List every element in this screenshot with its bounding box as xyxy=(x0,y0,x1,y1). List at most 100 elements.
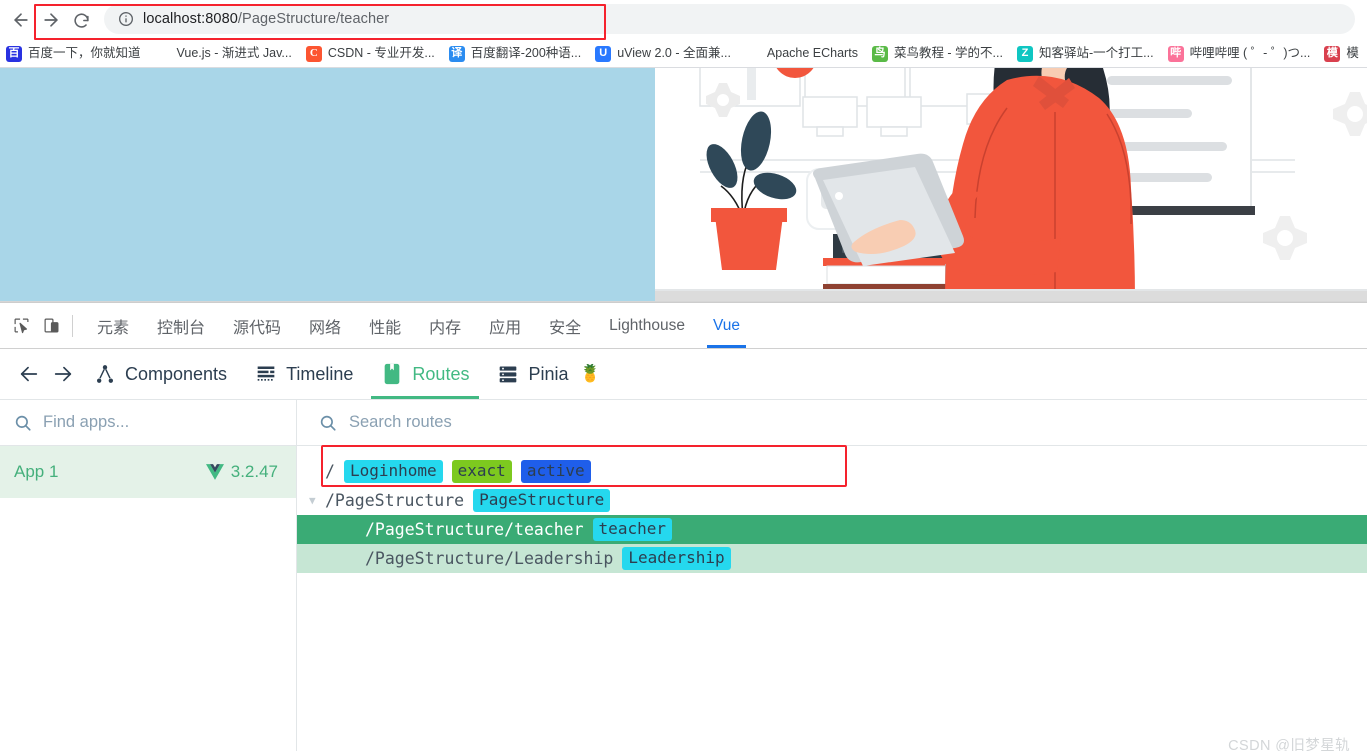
search-routes-row[interactable]: Search routes xyxy=(297,400,1367,446)
device-toolbar-icon[interactable] xyxy=(36,311,66,341)
address-bar-wrapper: localhost:8080/PageStructure/teacher xyxy=(104,4,1355,36)
cainiao-icon: 鸟 xyxy=(871,45,888,62)
tab-elements[interactable]: 元素 xyxy=(83,304,143,348)
route-name-badge: PageStructure xyxy=(473,489,611,512)
bookmark-item[interactable]: 百百度一下，你就知道 xyxy=(6,45,141,62)
route-exact-badge: exact xyxy=(451,460,512,483)
address-bar[interactable]: localhost:8080/PageStructure/teacher xyxy=(104,4,1355,34)
bookmark-label: 菜鸟教程 - 学的不... xyxy=(893,46,1003,61)
page-viewport xyxy=(0,68,1367,302)
vue-tab-components[interactable]: Components xyxy=(80,349,241,399)
site-info-icon[interactable] xyxy=(118,11,134,27)
tab-network[interactable]: 网络 xyxy=(295,304,355,348)
bookmark-item[interactable]: 鸟菜鸟教程 - 学的不... xyxy=(871,45,1003,62)
bookmark-label: CSDN - 专业开发... xyxy=(327,46,435,61)
fanyi-icon: 译 xyxy=(448,45,465,62)
route-row[interactable]: ▼ /PageStructure PageStructure xyxy=(297,486,1367,515)
route-row[interactable]: ▼ / Loginhome exact active xyxy=(297,457,1367,486)
bookmark-item[interactable]: Z 知客驿站-一个打工... xyxy=(1016,45,1154,62)
bookmark-label: 模 xyxy=(1346,46,1359,61)
routes-book-icon xyxy=(381,363,403,385)
bookmark-item[interactable]: 译百度翻译-200种语... xyxy=(448,45,582,62)
back-button[interactable] xyxy=(6,5,36,35)
tab-application[interactable]: 应用 xyxy=(475,304,535,348)
apps-pane: Find apps... App 1 3.2.47 xyxy=(0,400,297,751)
chevron-down-icon[interactable]: ▼ xyxy=(309,494,325,507)
mo-icon: 模 xyxy=(1324,45,1341,62)
vue-tab-label: Timeline xyxy=(286,363,354,384)
search-routes-input[interactable]: Search routes xyxy=(349,413,452,432)
app-name: App 1 xyxy=(14,462,59,481)
toolbar-divider xyxy=(72,314,73,337)
csdn-icon: C xyxy=(305,45,322,62)
app-list-item-app-1[interactable]: App 1 3.2.47 xyxy=(0,446,296,498)
tab-security[interactable]: 安全 xyxy=(535,304,595,348)
bookmark-item[interactable]: C CSDN - 专业开发... xyxy=(305,45,435,62)
find-apps-input[interactable]: Find apps... xyxy=(43,413,129,432)
vue-tab-timeline[interactable]: Timeline xyxy=(241,349,367,399)
page-bottom-strip xyxy=(655,291,1367,301)
chevron-down-icon: ▼ xyxy=(309,523,325,536)
bookmark-label: 知客驿站-一个打工... xyxy=(1038,46,1154,61)
app-version-text: 3.2.47 xyxy=(230,462,278,481)
timeline-icon xyxy=(255,363,277,385)
bookmark-item[interactable]: ◍ Apache ECharts xyxy=(744,45,858,62)
arrow-left-icon[interactable] xyxy=(12,357,46,391)
vue-devtools-body: Find apps... App 1 3.2.47 Search routes xyxy=(0,400,1367,751)
route-name-badge: Loginhome xyxy=(343,460,443,483)
forward-button[interactable] xyxy=(36,5,66,35)
route-path: / xyxy=(325,462,335,481)
tab-console[interactable]: 控制台 xyxy=(143,304,219,348)
bookmark-label: 哔哩哔哩 ( ゜- ゜)つ... xyxy=(1189,46,1311,61)
page-illustration xyxy=(655,68,1367,301)
echarts-icon: ◍ xyxy=(744,45,761,62)
route-path: /PageStructure/Leadership xyxy=(365,549,614,568)
bookmark-label: uView 2.0 - 全面兼... xyxy=(617,46,731,61)
pineapple-icon: 🍍 xyxy=(579,364,601,383)
route-name-badge: teacher xyxy=(592,518,672,541)
routes-list: ▼ / Loginhome exact active ▼ /PageStruct… xyxy=(297,446,1367,573)
tab-performance[interactable]: 性能 xyxy=(355,304,415,348)
tab-lighthouse[interactable]: Lighthouse xyxy=(595,304,699,348)
search-icon xyxy=(14,414,32,432)
arrow-right-icon[interactable] xyxy=(46,357,80,391)
bookmarks-bar: 百百度一下，你就知道 ▼ Vue.js - 渐进式 Jav... C CSDN - … xyxy=(0,40,1367,68)
chevron-down-icon: ▼ xyxy=(309,552,325,565)
bookmark-item[interactable]: 哔哔哩哔哩 ( ゜- ゜)つ... xyxy=(1167,45,1311,62)
devtools-tabbar: 元素 控制台 源代码 网络 性能 内存 应用 安全 Lighthouse Vue xyxy=(0,303,1367,349)
url-host: localhost:8080 xyxy=(143,11,238,27)
vue-tab-pinia[interactable]: Pinia 🍍 xyxy=(483,349,614,399)
tab-sources[interactable]: 源代码 xyxy=(219,304,295,348)
browser-toolbar: localhost:8080/PageStructure/teacher xyxy=(0,0,1367,40)
bookmark-item[interactable]: ▼ Vue.js - 渐进式 Jav... xyxy=(155,46,292,62)
vue-devtools-tabbar: Components Timeline Routes Pinia 🍍 xyxy=(0,349,1367,400)
vue-tab-label: Components xyxy=(125,363,228,384)
route-active-badge: active xyxy=(520,460,591,483)
search-icon xyxy=(319,414,337,432)
zhike-icon: Z xyxy=(1016,45,1033,62)
bookmark-item[interactable]: UuView 2.0 - 全面兼... xyxy=(595,45,731,62)
vue-icon: ▼ xyxy=(157,47,168,59)
bookmark-item[interactable]: 模模 xyxy=(1324,45,1359,62)
uview-icon: U xyxy=(595,45,612,62)
bookmark-label: 百度一下，你就知道 xyxy=(28,46,141,61)
route-path: /PageStructure/teacher xyxy=(365,520,584,539)
vue-tab-routes[interactable]: Routes xyxy=(367,349,483,399)
bookmark-label: 百度翻译-200种语... xyxy=(470,46,582,61)
bookmark-label: Vue.js - 渐进式 Jav... xyxy=(176,46,292,61)
vue-logo-icon xyxy=(205,464,224,480)
reload-button[interactable] xyxy=(66,5,96,35)
tab-memory[interactable]: 内存 xyxy=(415,304,475,348)
route-row[interactable]: ▼ /PageStructure/Leadership Leadership xyxy=(297,544,1367,573)
tab-vue[interactable]: Vue xyxy=(699,304,754,348)
chevron-down-icon: ▼ xyxy=(309,465,325,478)
find-apps-row[interactable]: Find apps... xyxy=(0,400,296,446)
teacher-illustration-svg xyxy=(655,68,1367,301)
components-tree-icon xyxy=(94,363,116,385)
bilibili-icon: 哔 xyxy=(1167,45,1184,62)
route-row[interactable]: ▼ /PageStructure/teacher teacher xyxy=(297,515,1367,544)
app-version: 3.2.47 xyxy=(205,462,278,482)
vue-tab-label: Routes xyxy=(412,363,470,384)
pinia-store-icon xyxy=(497,363,519,385)
inspect-element-icon[interactable] xyxy=(6,311,36,341)
